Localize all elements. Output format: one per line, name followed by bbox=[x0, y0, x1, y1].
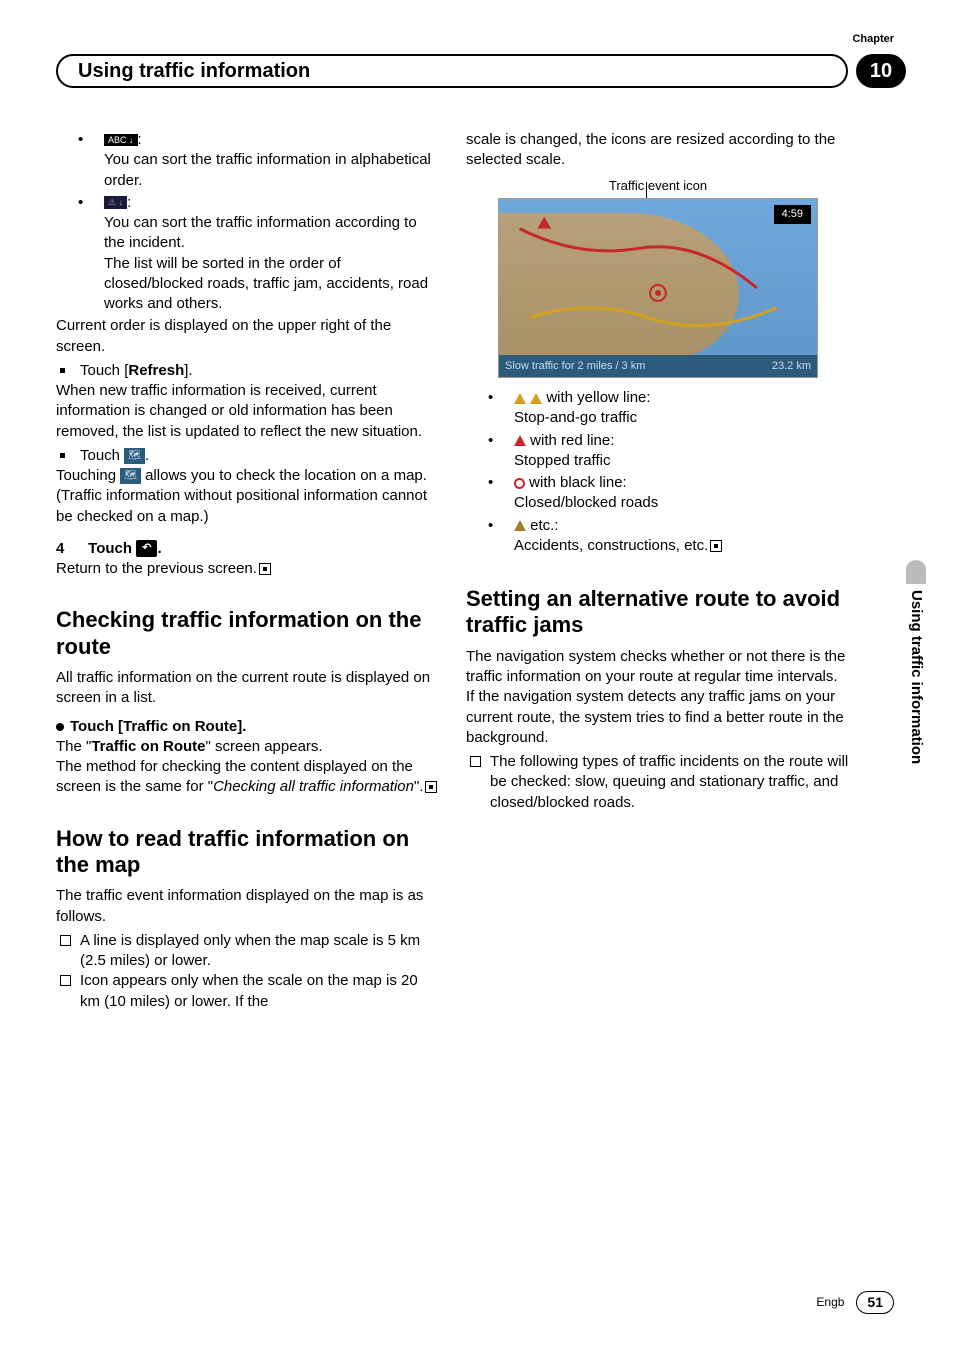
right-column: scale is changed, the icons are resized … bbox=[466, 130, 850, 1012]
traffic-on-route-bullet: Touch [Traffic on Route]. bbox=[56, 717, 440, 737]
legend-etc: etc.: Accidents, constructions, etc. bbox=[466, 516, 850, 557]
map-time: 4:59 bbox=[774, 205, 811, 224]
refresh-label: Refresh bbox=[128, 362, 184, 379]
sort-alpha-icon: ABC ↓ bbox=[104, 134, 138, 147]
triangle-yellow-icon bbox=[514, 393, 526, 404]
legend-red: with red line: Stopped traffic bbox=[466, 431, 850, 472]
side-tab-cap bbox=[906, 560, 926, 584]
back-icon: ↶ bbox=[136, 540, 157, 557]
footer-lang: Engb bbox=[816, 1294, 844, 1310]
checking-route-body1: All traffic information on the current r… bbox=[56, 668, 440, 709]
refresh-line: Touch [Refresh]. bbox=[56, 361, 440, 381]
sort-incident-item: ⚠ ↓: You can sort the traffic informatio… bbox=[56, 193, 440, 315]
scale-continuation: scale is changed, the icons are resized … bbox=[466, 130, 850, 171]
map-icon-inline: 🗺 bbox=[120, 468, 141, 484]
page-title: Using traffic information bbox=[78, 58, 310, 85]
page-title-bar: Using traffic information bbox=[56, 54, 848, 88]
heading-how-to-read: How to read traffic information on the m… bbox=[56, 826, 440, 879]
alternative-route-note: The following types of traffic incidents… bbox=[466, 752, 850, 813]
map-note-2: Icon appears only when the scale on the … bbox=[56, 971, 440, 1012]
footer: Engb 51 bbox=[816, 1291, 894, 1314]
bullet-icon bbox=[56, 723, 64, 731]
map-icon: 🗺 bbox=[124, 448, 145, 464]
sort-incident-text-2: The list will be sorted in the order of … bbox=[104, 255, 428, 313]
legend-yellow: with yellow line: Stop-and-go traffic bbox=[466, 388, 850, 429]
end-mark-icon bbox=[259, 563, 271, 575]
step-4-body: Return to the previous screen. bbox=[56, 559, 440, 579]
sort-incident-text-1: You can sort the traffic information acc… bbox=[104, 214, 417, 251]
chapter-number-badge: 10 bbox=[856, 54, 906, 88]
map-note-1: A line is displayed only when the map sc… bbox=[56, 931, 440, 972]
triangle-warn-icon bbox=[514, 520, 526, 531]
triangle-red-icon bbox=[514, 435, 526, 446]
traffic-event-label: Traffic event icon bbox=[466, 177, 850, 195]
map-screenshot: 4:59 Slow traffic for 2 miles / 3 km 23.… bbox=[498, 198, 818, 378]
left-column: ABC ↓: You can sort the traffic informat… bbox=[56, 130, 440, 1012]
chapter-label: Chapter bbox=[852, 32, 894, 47]
current-order-text: Current order is displayed on the upper … bbox=[56, 316, 440, 357]
touching-body: Touching 🗺 allows you to check the locat… bbox=[56, 466, 440, 527]
end-mark-icon bbox=[710, 540, 722, 552]
sort-alpha-text: You can sort the traffic information in … bbox=[104, 151, 431, 188]
side-tab: Using traffic information bbox=[906, 560, 926, 880]
map-distance: 23.2 km bbox=[772, 359, 811, 374]
triangle-yellow-icon bbox=[530, 393, 542, 404]
heading-checking-route: Checking traffic information on the rout… bbox=[56, 607, 440, 660]
touch-map-line: Touch 🗺. bbox=[56, 446, 440, 466]
end-mark-icon bbox=[425, 781, 437, 793]
checking-route-body3: The method for checking the content disp… bbox=[56, 757, 440, 798]
step-4-line: 4 Touch ↶. bbox=[56, 539, 440, 559]
sort-incident-icon: ⚠ ↓ bbox=[104, 196, 127, 209]
refresh-body: When new traffic information is received… bbox=[56, 381, 440, 442]
sort-alpha-item: ABC ↓: You can sort the traffic informat… bbox=[56, 130, 440, 191]
heading-alternative-route: Setting an alternative route to avoid tr… bbox=[466, 586, 850, 639]
step-4-number: 4 bbox=[56, 539, 84, 559]
map-status-text: Slow traffic for 2 miles / 3 km bbox=[505, 359, 645, 374]
alternative-route-body: The navigation system checks whether or … bbox=[466, 647, 850, 748]
side-tab-label: Using traffic information bbox=[906, 590, 926, 764]
legend-black: with black line: Closed/blocked roads bbox=[466, 473, 850, 514]
how-to-read-body1: The traffic event information displayed … bbox=[56, 886, 440, 927]
circle-red-icon bbox=[514, 478, 525, 489]
checking-route-body2: The "Traffic on Route" screen appears. bbox=[56, 737, 440, 757]
page-number: 51 bbox=[856, 1291, 894, 1314]
